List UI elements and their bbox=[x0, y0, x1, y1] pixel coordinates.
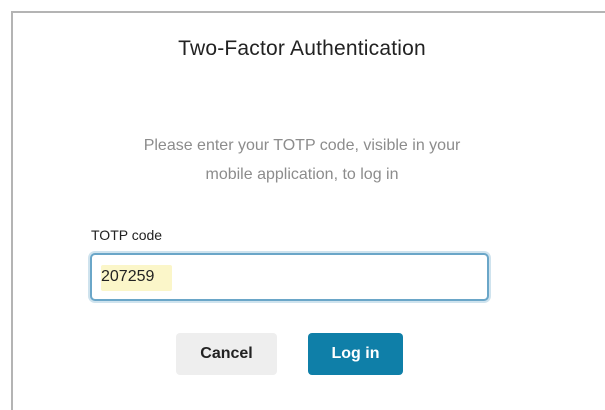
totp-code-input[interactable] bbox=[92, 255, 487, 299]
totp-code-field bbox=[90, 253, 489, 301]
login-button[interactable]: Log in bbox=[308, 333, 403, 375]
two-factor-dialog: Two-Factor Authentication Please enter y… bbox=[11, 11, 605, 410]
description-line-2: mobile application, to log in bbox=[205, 166, 399, 183]
totp-code-label: TOTP code bbox=[91, 227, 163, 243]
cancel-button[interactable]: Cancel bbox=[176, 333, 277, 375]
dialog-title: Two-Factor Authentication bbox=[178, 37, 426, 60]
dialog-description: Please enter your TOTP code, visible in … bbox=[13, 131, 591, 189]
description-line-1: Please enter your TOTP code, visible in … bbox=[143, 137, 461, 154]
